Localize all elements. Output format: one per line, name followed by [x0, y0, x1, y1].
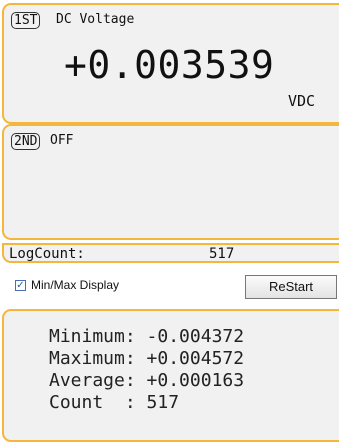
primary-unit: VDC: [288, 92, 316, 110]
stats-value: 517: [146, 392, 180, 413]
primary-reading: +0.003539: [64, 43, 275, 87]
log-count-label: LogCount:: [9, 246, 85, 262]
primary-measurement-panel: 1ST DC Voltage +0.003539 VDC: [2, 3, 339, 124]
restart-button[interactable]: ReStart: [245, 275, 337, 299]
secondary-measurement-panel: 2ND OFF: [2, 124, 339, 240]
log-count-value: 517: [209, 246, 235, 262]
stats-row-maximum: Maximum: +0.004572: [49, 348, 244, 370]
options-row: ✓ Min/Max Display ReStart: [0, 275, 339, 301]
stats-list: Minimum: -0.004372 Maximum: +0.004572 Av…: [49, 326, 244, 414]
stats-label: Minimum:: [49, 326, 147, 347]
stats-label: Average:: [49, 370, 147, 391]
stats-row-minimum: Minimum: -0.004372: [49, 326, 244, 348]
min-max-stats-panel: Minimum: -0.004372 Maximum: +0.004572 Av…: [2, 309, 339, 442]
stats-value: +0.004572: [146, 348, 245, 369]
primary-function-label: DC Voltage: [56, 12, 135, 27]
log-count-bar: LogCount: 517: [2, 243, 339, 263]
stats-row-average: Average: +0.000163: [49, 370, 244, 392]
stats-label: Maximum:: [49, 348, 147, 369]
min-max-display-label[interactable]: Min/Max Display: [31, 278, 119, 292]
min-max-display-checkbox[interactable]: ✓: [15, 280, 26, 291]
secondary-channel-tag: 2ND: [11, 133, 41, 150]
secondary-function-label: OFF: [50, 133, 74, 148]
primary-channel-tag: 1ST: [11, 12, 41, 29]
stats-row-count: Count : 517: [49, 392, 244, 414]
stats-value: -0.004372: [146, 326, 245, 347]
stats-value: +0.000163: [146, 370, 245, 391]
stats-label: Count :: [49, 392, 147, 413]
